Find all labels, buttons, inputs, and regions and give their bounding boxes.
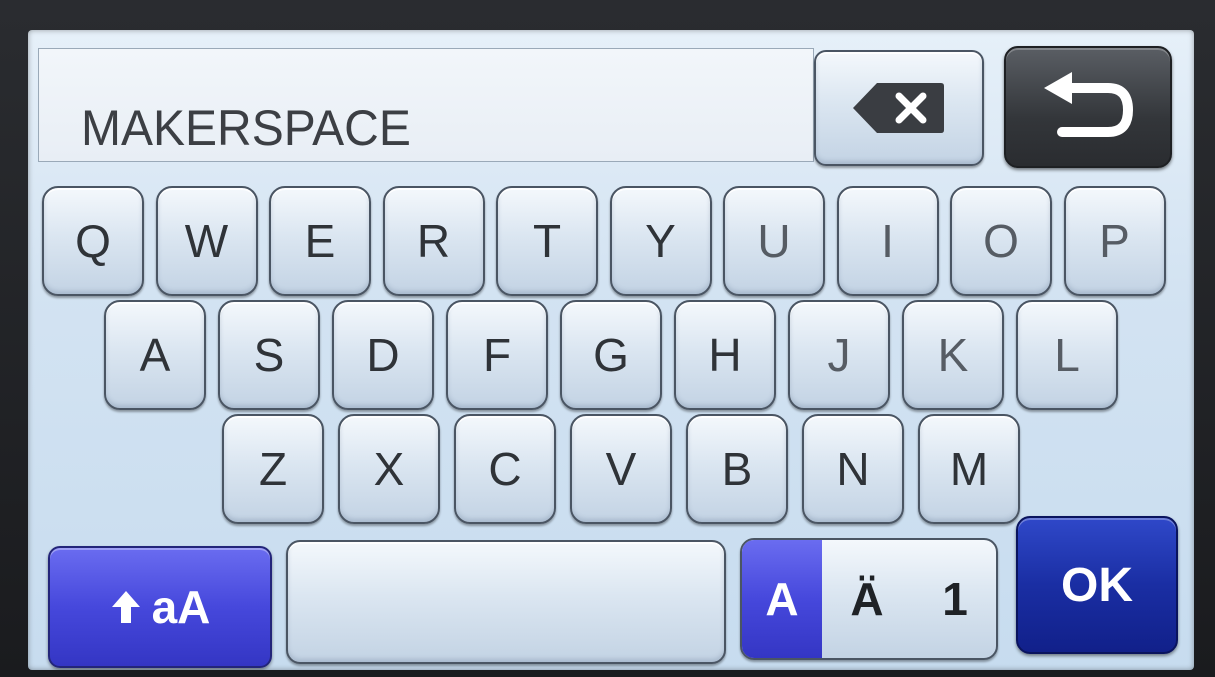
key-w[interactable]: W	[155, 186, 258, 296]
key-label: V	[605, 443, 637, 495]
key-e[interactable]: E	[269, 186, 371, 296]
up-arrow-icon	[110, 589, 142, 625]
key-v[interactable]: V	[570, 414, 672, 524]
key-label: B	[721, 443, 753, 495]
key-l[interactable]: L	[1016, 300, 1118, 410]
back-button[interactable]	[1004, 46, 1172, 168]
key-b[interactable]: B	[686, 414, 788, 524]
character-mode-selector: A Ä 1	[740, 538, 998, 660]
key-label: S	[253, 329, 285, 381]
key-m[interactable]: M	[918, 414, 1020, 524]
key-label: T	[532, 215, 562, 267]
key-label: O	[983, 215, 1019, 267]
text-input-field[interactable]: MAKERSPACE	[38, 48, 814, 162]
key-i[interactable]: I	[836, 186, 939, 296]
key-label: K	[937, 329, 969, 381]
ok-label: OK	[1061, 558, 1133, 612]
key-u[interactable]: U	[723, 186, 825, 296]
backspace-button[interactable]	[814, 50, 984, 166]
key-t[interactable]: T	[496, 186, 598, 296]
key-s[interactable]: S	[218, 300, 320, 410]
key-label: I	[881, 215, 894, 267]
key-z[interactable]: Z	[222, 414, 324, 524]
touch-screen: MAKERSPACE Q W E R T Y U I O P A S D F G H J K L Z X C V B N M	[28, 30, 1194, 670]
key-n[interactable]: N	[802, 414, 904, 524]
key-label: E	[304, 215, 336, 267]
key-d[interactable]: D	[332, 300, 434, 410]
key-g[interactable]: G	[560, 300, 662, 410]
key-label: L	[1054, 329, 1080, 381]
mode-accented[interactable]: Ä	[822, 540, 912, 658]
key-a[interactable]: A	[104, 300, 206, 410]
key-label: P	[1099, 215, 1130, 267]
key-label: J	[827, 329, 851, 381]
return-arrow-icon	[1038, 70, 1138, 144]
key-label: Y	[645, 215, 676, 267]
key-label: A	[139, 329, 171, 381]
key-label: Q	[75, 215, 111, 267]
key-h[interactable]: H	[674, 300, 776, 410]
key-q[interactable]: Q	[42, 186, 144, 296]
key-c[interactable]: C	[454, 414, 556, 524]
key-f[interactable]: F	[446, 300, 548, 410]
key-label: X	[373, 443, 405, 495]
mode-uppercase-latin[interactable]: A	[742, 540, 822, 658]
key-r[interactable]: R	[382, 186, 485, 296]
key-p[interactable]: P	[1063, 186, 1166, 296]
ok-button[interactable]: OK	[1016, 516, 1178, 654]
mode-numeric[interactable]: 1	[912, 540, 996, 658]
key-x[interactable]: X	[338, 414, 440, 524]
key-k[interactable]: K	[902, 300, 1004, 410]
text-input-value: MAKERSPACE	[81, 100, 411, 156]
key-label: U	[757, 215, 791, 267]
key-label: G	[593, 329, 629, 381]
backspace-icon	[851, 79, 947, 137]
key-j[interactable]: J	[788, 300, 890, 410]
key-label: H	[708, 329, 742, 381]
key-y[interactable]: Y	[609, 186, 712, 296]
shift-case-label: aA	[151, 581, 211, 633]
device-bezel: MAKERSPACE Q W E R T Y U I O P A S D F G H J K L Z X C V B N M	[0, 0, 1215, 677]
key-o[interactable]: O	[950, 186, 1052, 296]
key-label: N	[836, 443, 870, 495]
key-label: R	[416, 215, 451, 267]
key-label: C	[488, 443, 522, 495]
space-bar[interactable]	[286, 540, 726, 664]
key-label: D	[366, 329, 400, 381]
key-label: Z	[258, 443, 288, 495]
shift-case-button[interactable]: aA	[48, 546, 272, 668]
key-label: M	[949, 443, 989, 495]
key-label: W	[184, 215, 229, 267]
key-label: F	[482, 329, 512, 381]
